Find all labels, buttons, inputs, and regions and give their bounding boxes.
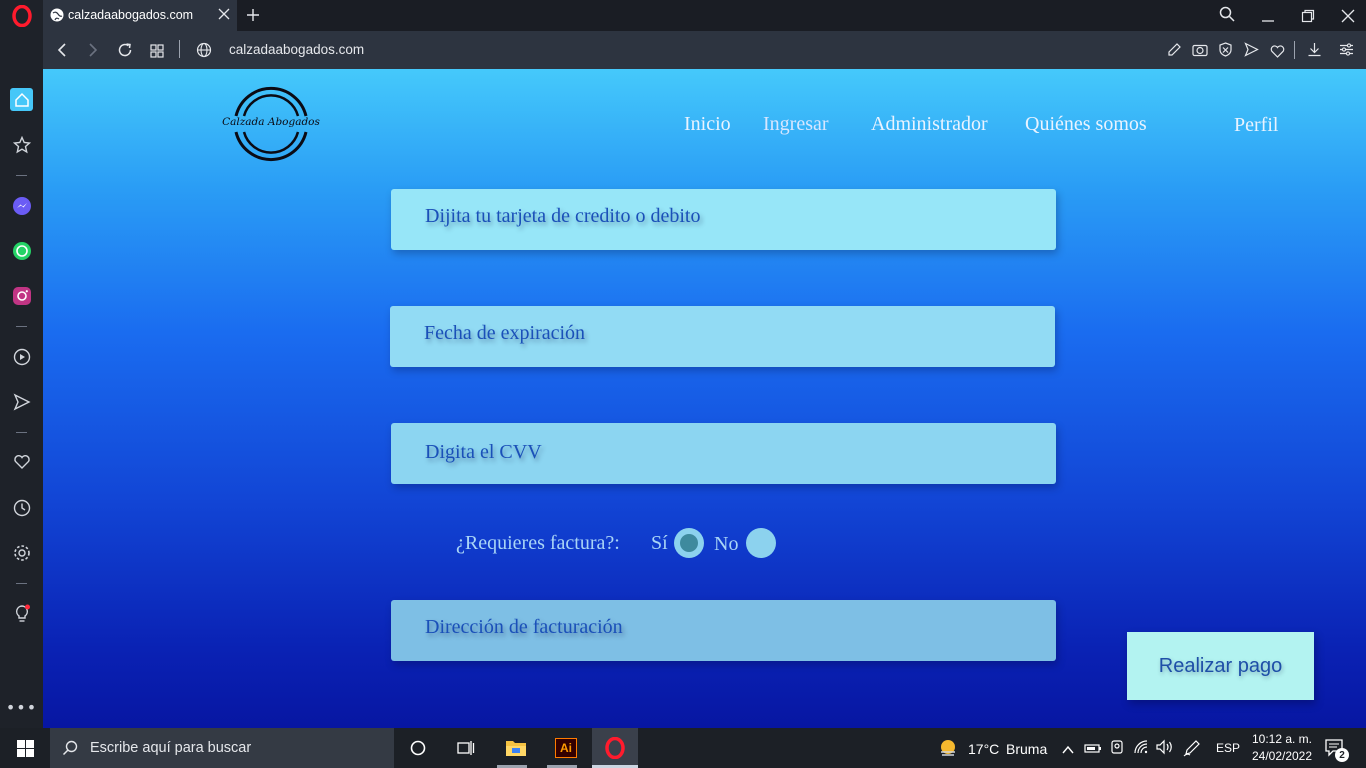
search-icon [62,740,78,760]
lightbulb-icon[interactable] [10,602,33,625]
card-number-input[interactable]: Dijita tu tarjeta de credito o debito [391,189,1056,250]
nav-link-ingresar[interactable]: Ingresar [763,113,829,136]
language-indicator[interactable]: ESP [1216,741,1240,755]
browser-tab[interactable]: calzadaabogados.com [43,0,237,31]
sidebar-divider [16,326,27,327]
address-url[interactable]: calzadaabogados.com [229,42,364,57]
messenger-icon[interactable] [10,194,33,217]
camera-icon[interactable] [1192,42,1208,61]
browser-sidebar: ••• [0,0,43,728]
adblock-icon[interactable] [1218,42,1233,61]
logo-text: Calzada Abogados [222,116,320,128]
billing-address-placeholder: Dirección de facturación [425,616,623,638]
taskbar: Escribe aquí para buscar Ai 17°C Bruma E… [0,728,1366,768]
history-icon[interactable] [10,496,33,519]
reload-icon[interactable] [117,42,133,62]
send-toolbar-icon[interactable] [1244,42,1259,61]
cvv-input[interactable]: Digita el CVV [391,423,1056,484]
volume-icon[interactable] [1156,739,1174,759]
illustrator-icon[interactable]: Ai [555,738,577,758]
wifi-icon[interactable] [1133,739,1149,759]
nav-link-administrador[interactable]: Administrador [871,113,988,136]
task-view-icon[interactable] [457,740,475,760]
star-icon[interactable] [10,133,33,156]
new-tab-icon[interactable] [246,7,260,26]
back-icon[interactable] [55,42,69,62]
close-window-icon[interactable] [1341,8,1355,27]
player-icon[interactable] [10,345,33,368]
home-icon[interactable] [10,88,33,111]
weather-icon[interactable] [938,738,958,762]
nav-link-perfil[interactable]: Perfil [1234,114,1278,137]
minimize-icon[interactable] [1261,8,1275,27]
site-logo[interactable]: Calzada Abogados [219,83,323,165]
cortana-icon[interactable] [410,740,426,760]
sidebar-divider [16,432,27,433]
nav-link-quienes-somos[interactable]: Quiénes somos [1025,113,1147,136]
meet-now-icon[interactable] [1109,739,1125,759]
taskbar-search-box[interactable]: Escribe aquí para buscar [50,728,394,768]
tab-strip [43,0,1366,31]
weather-desc[interactable]: Bruma [1006,741,1047,757]
settings-gear-icon[interactable] [10,541,33,564]
nav-link-inicio[interactable]: Inicio [684,113,731,136]
site-favicon-icon [50,8,64,25]
instagram-icon[interactable] [10,284,33,307]
close-tab-icon[interactable] [218,8,230,23]
realizar-pago-label: Realizar pago [1158,654,1283,677]
search-tabs-icon[interactable] [1219,6,1235,26]
easy-setup-icon[interactable] [1339,42,1354,61]
battery-icon[interactable] [1084,740,1102,759]
bookmark-heart-icon[interactable] [1270,43,1285,62]
cvv-placeholder: Digita el CVV [425,441,542,463]
send-icon[interactable] [10,390,33,413]
tab-title: calzadaabogados.com [68,8,194,22]
card-number-placeholder: Dijita tu tarjeta de credito o debito [425,205,701,227]
invoice-yes-radio[interactable] [674,528,704,558]
opera-taskbar-button[interactable] [592,728,638,768]
toolbar-divider [179,40,180,58]
invoice-question-label: ¿Requieres factura?: [456,532,620,554]
file-explorer-icon[interactable] [505,738,527,762]
download-icon[interactable] [1307,42,1322,61]
edit-snapshot-icon[interactable] [1167,42,1182,61]
weather-temp[interactable]: 17°C [968,741,999,757]
search-placeholder: Escribe aquí para buscar [90,740,252,756]
notification-count-badge: 2 [1335,748,1349,762]
invoice-yes-label: Sí [651,532,668,554]
billing-address-input[interactable]: Dirección de facturación [391,600,1056,661]
clock-date[interactable]: 24/02/2022 [1250,749,1314,763]
invoice-no-label: No [714,533,739,555]
address-bar-row: calzadaabogados.com [43,31,1366,69]
realizar-pago-button[interactable]: Realizar pago [1127,632,1314,700]
toolbar-divider [1294,41,1295,59]
chevron-up-icon[interactable] [1062,741,1074,760]
whatsapp-icon[interactable] [10,239,33,262]
sidebar-divider [16,583,27,584]
pen-icon[interactable] [1183,739,1201,761]
sidebar-divider [16,175,27,176]
restore-icon[interactable] [1301,8,1315,27]
clock-time[interactable]: 10:12 a. m. [1250,732,1314,746]
invoice-no-radio[interactable] [746,528,776,558]
radio-selected-dot [680,534,698,552]
opera-logo-icon[interactable] [10,4,33,27]
tabs-grid-icon[interactable] [150,43,164,62]
heart-icon[interactable] [10,450,33,473]
more-icon[interactable]: ••• [6,696,36,719]
globe-icon [196,42,212,62]
web-page: Calzada Abogados Inicio Ingresar Adminis… [43,69,1366,728]
expiry-date-input[interactable]: Fecha de expiración [390,306,1055,367]
forward-icon[interactable] [86,42,100,62]
expiry-date-placeholder: Fecha de expiración [424,322,586,344]
windows-start-icon[interactable] [17,740,34,761]
